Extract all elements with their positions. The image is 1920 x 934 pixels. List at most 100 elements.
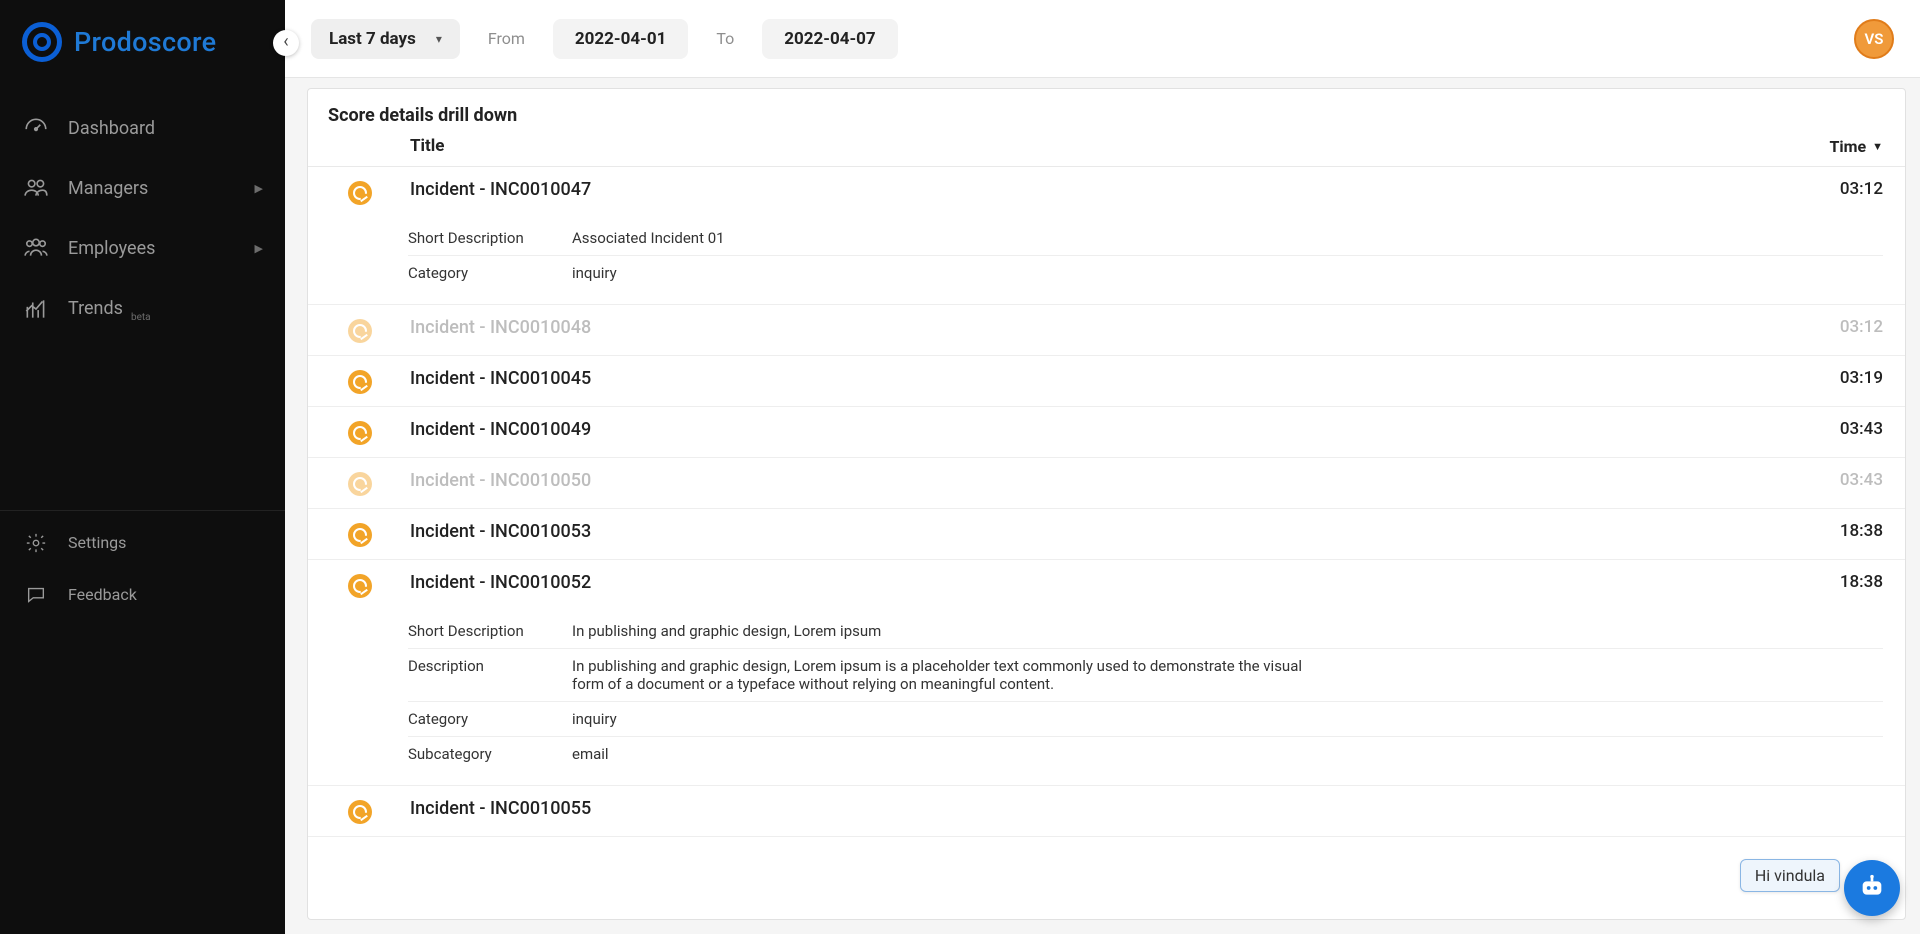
feedback-icon [22, 581, 50, 609]
chevron-down-icon: ▾ [436, 32, 442, 46]
sidebar-item-label: Trends [68, 298, 123, 319]
detail-label: Short Description [408, 229, 548, 247]
topbar: Last 7 days ▾ From 2022-04-01 To 2022-04… [285, 0, 1920, 78]
sidebar-bottom-nav: Settings Feedback [0, 510, 285, 934]
chat-greeting[interactable]: Hi vindula [1740, 859, 1840, 892]
detail-row: Short Description In publishing and graph… [408, 614, 1883, 649]
incident-row[interactable]: Incident - INC0010053 18:38 [308, 509, 1905, 559]
main: Last 7 days ▾ From 2022-04-01 To 2022-04… [285, 0, 1920, 934]
user-avatar[interactable]: VS [1854, 19, 1894, 59]
beta-badge: beta [131, 312, 151, 323]
brand-name: Prodoscore [74, 26, 216, 58]
detail-row: Short Description Associated Incident 01 [408, 221, 1883, 256]
incident-time: 03:12 [1827, 317, 1883, 337]
gear-icon [22, 529, 50, 557]
chat-launcher[interactable] [1844, 860, 1900, 916]
date-range-dropdown[interactable]: Last 7 days ▾ [311, 19, 460, 59]
detail-value: email [572, 745, 1332, 763]
table-row: Incident - INC0010047 03:12 Short Descript… [308, 167, 1905, 305]
managers-icon [22, 174, 50, 202]
sidebar-collapse-button[interactable] [273, 30, 299, 56]
to-date-input[interactable]: 2022-04-07 [762, 19, 897, 59]
incident-time: 03:43 [1827, 470, 1883, 490]
incident-icon [348, 523, 372, 547]
table-row: Incident - INC0010048 03:12 [308, 305, 1905, 356]
incident-icon [348, 319, 372, 343]
incident-details: Short Description In publishing and graph… [308, 610, 1905, 785]
from-label: From [488, 29, 525, 48]
detail-label: Category [408, 710, 548, 728]
detail-label: Short Description [408, 622, 548, 640]
incident-icon [348, 370, 372, 394]
sidebar-item-label: Settings [68, 533, 126, 552]
incident-title: Incident - INC0010049 [402, 419, 1815, 440]
employees-icon [22, 234, 50, 262]
incident-row[interactable]: Incident - INC0010045 03:19 [308, 356, 1905, 406]
incident-title: Incident - INC0010045 [402, 368, 1815, 389]
chevron-right-icon: ▶ [255, 242, 263, 255]
column-time-label: Time [1829, 137, 1866, 156]
incident-row[interactable]: Incident - INC0010049 03:43 [308, 407, 1905, 457]
score-details-card: Score details drill down Title Time ▼ In… [307, 88, 1906, 920]
incident-title: Incident - INC0010053 [402, 521, 1815, 542]
incident-title: Incident - INC0010050 [402, 470, 1815, 491]
incident-details: Short DescriptionAssociated Incident 01C… [308, 217, 1905, 304]
sidebar-nav: Dashboard Managers ▶ Employees ▶ [0, 92, 285, 510]
dashboard-icon [22, 114, 50, 142]
sidebar-item-label: Dashboard [68, 118, 155, 139]
incident-icon [348, 181, 372, 205]
incident-row[interactable]: Incident - INC0010055 [308, 786, 1905, 836]
table-row: Incident - INC0010052 18:38 Short Descript… [308, 560, 1905, 786]
trends-icon [22, 295, 50, 323]
sidebar: Prodoscore Dashboard Managers ▶ [0, 0, 285, 934]
detail-value: In publishing and graphic design, Lorem … [572, 622, 1332, 640]
detail-value: inquiry [572, 710, 1332, 728]
column-title: Title [402, 136, 1817, 156]
detail-row: DescriptionIn publishing and graphic des… [408, 649, 1883, 702]
table-row: Incident - INC0010049 03:43 [308, 407, 1905, 458]
detail-label: Description [408, 657, 548, 693]
incident-time: 18:38 [1827, 521, 1883, 541]
incident-title: Incident - INC0010052 [402, 572, 1815, 593]
incident-row[interactable]: Incident - INC0010050 03:43 [308, 458, 1905, 508]
sidebar-item-settings[interactable]: Settings [0, 517, 285, 569]
incident-icon [348, 800, 372, 824]
incident-row[interactable]: Incident - INC0010047 03:12 [308, 167, 1905, 217]
card-title: Score details drill down [308, 89, 1905, 136]
incident-title: Incident - INC0010055 [402, 798, 1815, 819]
detail-value: Associated Incident 01 [572, 229, 1332, 247]
detail-row: Category inquiry [408, 702, 1883, 737]
to-label: To [716, 29, 734, 48]
incident-row[interactable]: Incident - INC0010052 18:38 [308, 560, 1905, 610]
incident-time: 03:12 [1827, 179, 1883, 199]
sidebar-item-employees[interactable]: Employees ▶ [0, 218, 285, 278]
table-row: Incident - INC0010055 [308, 786, 1905, 837]
incident-time: 03:19 [1827, 368, 1883, 388]
table-row: Incident - INC0010045 03:19 [308, 356, 1905, 407]
incident-title: Incident - INC0010047 [402, 179, 1815, 200]
brand[interactable]: Prodoscore [0, 0, 285, 92]
sidebar-item-dashboard[interactable]: Dashboard [0, 98, 285, 158]
detail-value: inquiry [572, 264, 1332, 282]
sidebar-item-label: Feedback [68, 585, 137, 604]
table-header: Title Time ▼ [308, 136, 1905, 167]
sidebar-item-managers[interactable]: Managers ▶ [0, 158, 285, 218]
from-date-input[interactable]: 2022-04-01 [553, 19, 688, 59]
incident-time: 03:43 [1827, 419, 1883, 439]
table-body: Incident - INC0010047 03:12 Short Descript… [308, 167, 1905, 837]
sort-caret-icon: ▼ [1872, 140, 1883, 153]
incident-icon [348, 574, 372, 598]
incident-title: Incident - INC0010048 [402, 317, 1815, 338]
incident-time: 18:38 [1827, 572, 1883, 592]
content-area: Score details drill down Title Time ▼ In… [285, 78, 1920, 934]
table-row: Incident - INC0010050 03:43 [308, 458, 1905, 509]
incident-row[interactable]: Incident - INC0010048 03:12 [308, 305, 1905, 355]
incident-icon [348, 472, 372, 496]
incident-icon [348, 421, 372, 445]
column-time-sort[interactable]: Time ▼ [1829, 137, 1883, 156]
sidebar-item-label: Employees [68, 238, 155, 259]
date-range-label: Last 7 days [329, 29, 416, 49]
sidebar-item-trends[interactable]: Trends beta [0, 278, 285, 339]
sidebar-item-feedback[interactable]: Feedback [0, 569, 285, 621]
detail-row: Subcategoryemail [408, 737, 1883, 771]
